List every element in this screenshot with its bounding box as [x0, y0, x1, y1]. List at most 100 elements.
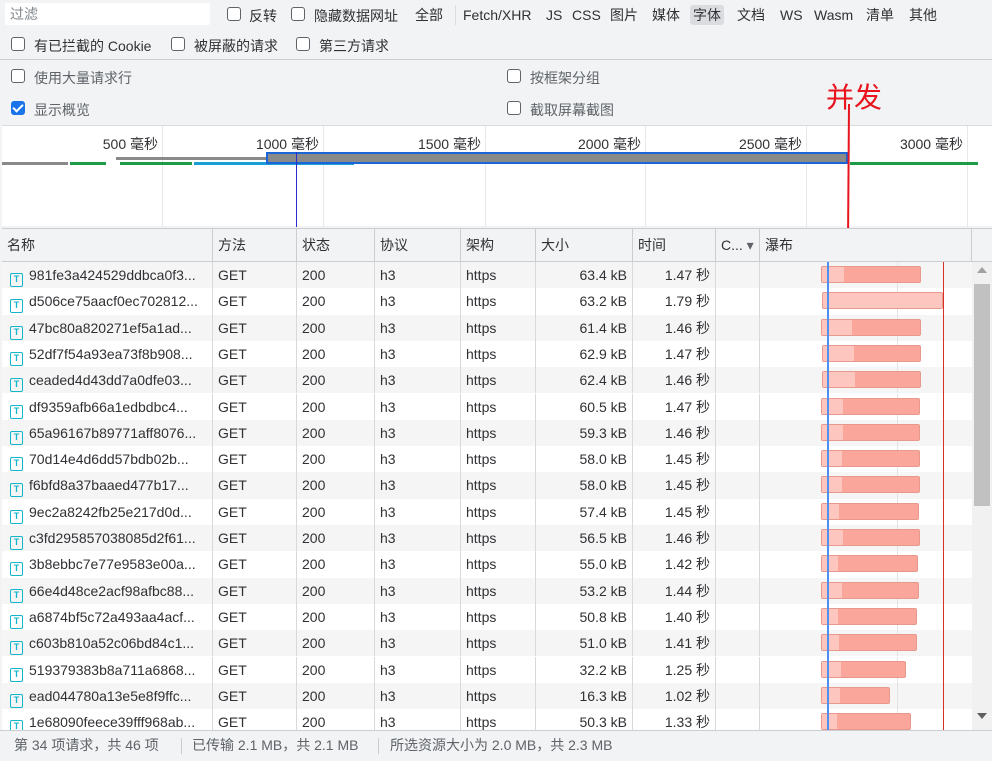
waterfall-bar[interactable] — [822, 344, 921, 362]
cell-protocol: h3 — [375, 709, 461, 730]
hide-data-urls-label: 隐藏数据网址 — [314, 8, 398, 24]
cell-waterfall — [760, 367, 972, 394]
cell-waterfall — [760, 709, 972, 730]
cell-status: 200 — [297, 446, 375, 473]
cell-name-text: 66e4d48ce2acf98afbc88... — [29, 582, 195, 599]
cell-method: GET — [213, 656, 297, 683]
waterfall-wait-segment — [822, 530, 843, 545]
cell-name-text: 47bc80a820271ef5a1ad... — [29, 319, 192, 336]
cell-c — [716, 709, 760, 730]
column-header-3[interactable]: 协议 — [375, 229, 461, 262]
cell-status: 200 — [297, 656, 375, 683]
show-overview-checkbox[interactable] — [11, 101, 25, 115]
waterfall-bar[interactable] — [822, 371, 921, 389]
cell-size: 60.5 kB — [536, 393, 633, 420]
screenshots-checkbox[interactable] — [507, 101, 521, 115]
type-filter-7[interactable]: 文档 — [734, 5, 768, 25]
column-header-4[interactable]: 架构 — [461, 229, 536, 262]
cell-protocol: h3 — [375, 603, 461, 631]
cell-waterfall — [760, 262, 972, 289]
invert-checkbox[interactable] — [227, 7, 241, 21]
type-filter-10[interactable]: 清单 — [863, 5, 897, 25]
type-filter-0[interactable]: 全部 — [412, 5, 446, 25]
scrollbar[interactable] — [972, 262, 992, 730]
cell-name: Ta6874bf5c72a493aa4acf... — [2, 603, 213, 631]
waterfall-bar[interactable] — [821, 266, 921, 283]
type-filter-3[interactable]: CSS — [569, 5, 604, 25]
cell-c — [716, 682, 760, 710]
overview-selection[interactable] — [266, 152, 848, 164]
cell-name-text: 52df7f54a93ea73f8b908... — [29, 345, 193, 362]
waterfall-bar[interactable] — [821, 397, 920, 415]
cell-protocol: h3 — [375, 419, 461, 447]
type-filter-11[interactable]: 其他 — [906, 5, 940, 25]
third-party-checkbox[interactable] — [296, 37, 310, 51]
cell-size: 51.0 kB — [536, 630, 633, 657]
cell-method: GET — [213, 288, 297, 315]
waterfall-bar[interactable] — [821, 686, 890, 704]
waterfall-bar[interactable] — [821, 502, 919, 520]
cell-time: 1.46 秒 — [633, 367, 716, 394]
column-header-6[interactable]: 时间 — [633, 229, 716, 262]
blocked-requests-checkbox[interactable] — [171, 37, 185, 51]
cell-method: GET — [213, 682, 297, 710]
cell-name-text: 519379383b8a711a6868... — [29, 661, 196, 678]
waterfall-bar[interactable] — [821, 607, 917, 625]
column-header-2[interactable]: 状态 — [297, 229, 375, 262]
cell-scheme: https — [461, 630, 536, 657]
waterfall-bar[interactable] — [821, 555, 918, 573]
big-rows-checkbox[interactable] — [11, 69, 25, 83]
scroll-down-icon[interactable] — [977, 713, 987, 719]
type-filter-8[interactable]: WS — [777, 5, 806, 25]
overview-green-bar — [70, 162, 106, 165]
waterfall-bar[interactable] — [821, 660, 906, 678]
scrollbar-thumb[interactable] — [974, 284, 990, 506]
waterfall-bar[interactable] — [821, 450, 920, 468]
cell-c — [716, 367, 760, 394]
cell-size: 58.0 kB — [536, 472, 633, 499]
waterfall-bar[interactable] — [821, 423, 920, 441]
type-filter-4[interactable]: 图片 — [607, 5, 641, 25]
hide-data-urls-checkbox[interactable] — [291, 7, 305, 21]
column-header-1[interactable]: 方法 — [213, 229, 297, 262]
waterfall-bar[interactable] — [822, 292, 943, 310]
font-file-icon: T — [10, 588, 23, 603]
waterfall-bar[interactable] — [821, 476, 920, 494]
column-header-0[interactable]: 名称 — [2, 229, 213, 262]
cell-scheme: https — [461, 367, 536, 394]
cell-size: 53.2 kB — [536, 577, 633, 604]
cell-c — [716, 340, 760, 368]
type-filter-5[interactable]: 媒体 — [649, 5, 683, 25]
cell-method: GET — [213, 393, 297, 420]
cell-scheme: https — [461, 419, 536, 447]
cell-scheme: https — [461, 393, 536, 420]
type-filter-9[interactable]: Wasm — [811, 5, 856, 25]
column-header-7[interactable]: C... ▾ — [716, 229, 760, 262]
cell-name: T 70d14e4d6dd57bdb02b... — [2, 446, 213, 473]
type-filter-6[interactable]: 字体 — [690, 5, 724, 25]
font-file-icon: T — [10, 536, 23, 550]
filter-input[interactable]: 过滤 — [5, 3, 210, 25]
waterfall-bar[interactable] — [821, 581, 919, 599]
cell-status: 200 — [297, 603, 375, 631]
waterfall-wait-segment — [822, 424, 843, 440]
blocked-cookies-checkbox[interactable] — [11, 37, 25, 51]
cell-protocol: h3 — [375, 682, 461, 710]
overview-gray-bar — [116, 157, 266, 160]
cell-time: 1.42 秒 — [633, 551, 716, 578]
type-filter-2[interactable]: JS — [543, 5, 565, 25]
waterfall-bar[interactable] — [821, 318, 921, 336]
cell-name: T 3b8ebbc7e77e9583e00a... — [2, 551, 213, 578]
type-filter-1[interactable]: Fetch/XHR — [460, 5, 534, 25]
column-header-8[interactable]: 瀑布 — [760, 229, 972, 262]
cell-time: 1.45 秒 — [633, 472, 716, 499]
group-by-frame-checkbox[interactable] — [507, 69, 521, 83]
scroll-up-icon[interactable] — [977, 267, 987, 273]
cell-c — [716, 603, 760, 631]
waterfall-bar[interactable] — [821, 529, 920, 546]
column-header-5[interactable]: 大小 — [536, 229, 633, 262]
waterfall-bar[interactable] — [821, 713, 911, 730]
status-resources: 所选资源大小为 2.0 MB，共 2.3 MB — [390, 737, 613, 753]
waterfall-bar[interactable] — [821, 634, 917, 652]
overview-gray-bar — [2, 162, 68, 165]
